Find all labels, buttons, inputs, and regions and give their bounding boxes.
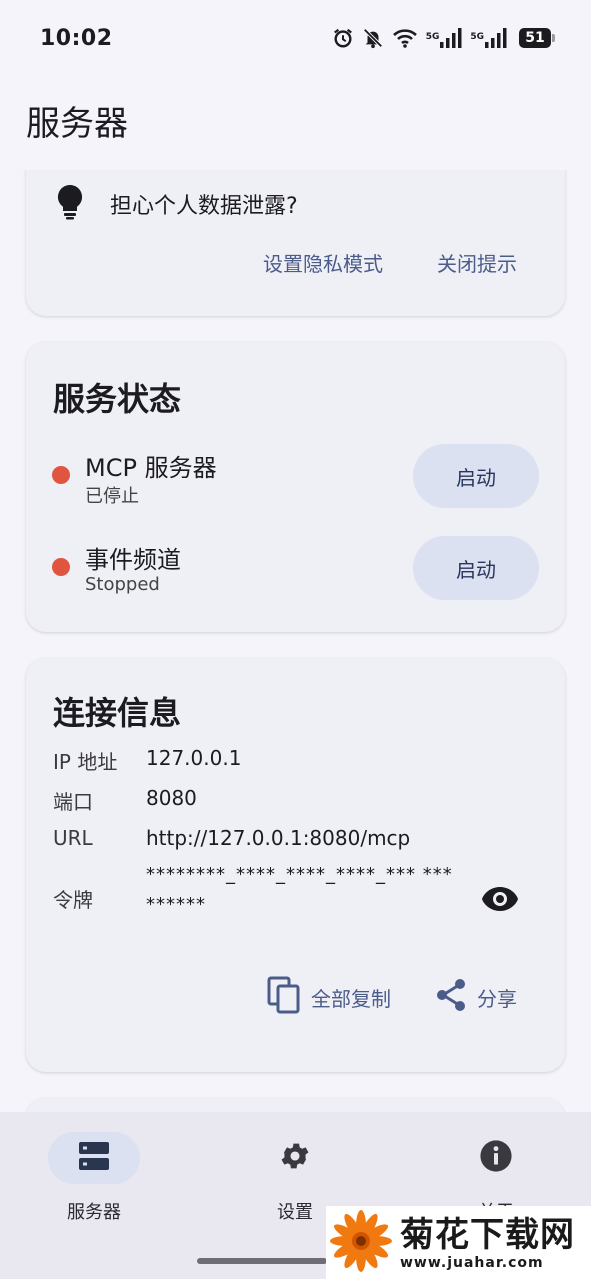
nav-item-server[interactable]: 服务器 bbox=[19, 1132, 169, 1224]
start-mcp-server-button[interactable]: 启动 bbox=[413, 444, 539, 508]
chrysanthemum-logo-icon bbox=[326, 1208, 394, 1278]
nav-active-indicator bbox=[48, 1132, 140, 1184]
connection-info-title: 连接信息 bbox=[53, 694, 182, 732]
start-event-channel-button[interactable]: 启动 bbox=[413, 536, 539, 600]
home-indicator[interactable] bbox=[197, 1258, 327, 1264]
gear-icon bbox=[278, 1139, 312, 1177]
port-value: 8080 bbox=[146, 786, 197, 810]
watermark-url: www.juahar.com bbox=[400, 1254, 544, 1271]
service-status-title: 服务状态 bbox=[53, 380, 182, 418]
page-title: 服务器 bbox=[26, 104, 128, 144]
next-card-peek bbox=[26, 1098, 565, 1112]
ip-address-value: 127.0.0.1 bbox=[146, 746, 242, 770]
nav-icon-container bbox=[249, 1132, 341, 1184]
set-privacy-mode-button[interactable]: 设置隐私模式 bbox=[263, 248, 383, 277]
share-button[interactable]: 分享 bbox=[435, 978, 517, 1017]
privacy-tip-actions: 设置隐私模式 关闭提示 bbox=[263, 248, 517, 277]
token-label: 令牌 bbox=[53, 888, 93, 912]
connection-info-card: 连接信息 IP 地址 127.0.0.1 端口 8080 URL http://… bbox=[26, 658, 565, 1072]
close-tip-button[interactable]: 关闭提示 bbox=[437, 248, 517, 277]
ip-address-label: IP 地址 bbox=[53, 750, 118, 774]
service-state: Stopped bbox=[85, 574, 160, 595]
token-value: ********_****_****_****_*** ********* bbox=[146, 864, 453, 915]
info-icon bbox=[479, 1139, 513, 1177]
port-label: 端口 bbox=[53, 790, 93, 814]
service-state: 已停止 bbox=[85, 486, 139, 507]
privacy-tip-message: 担心个人数据泄露? bbox=[110, 194, 298, 219]
copy-all-label: 全部复制 bbox=[311, 987, 391, 1011]
service-name: MCP 服务器 bbox=[85, 454, 217, 482]
wifi-icon bbox=[392, 27, 418, 49]
content-scroll-area[interactable]: 担心个人数据泄露? 设置隐私模式 关闭提示 服务状态 MCP 服务器 已停止 启… bbox=[0, 170, 591, 1112]
url-value: http://127.0.0.1:8080/mcp bbox=[146, 826, 411, 850]
service-row-event-channel: 事件频道 Stopped 启动 bbox=[52, 536, 539, 600]
watermark-title: 菊花下载网 bbox=[400, 1214, 575, 1255]
url-label: URL bbox=[53, 826, 93, 850]
status-dot bbox=[52, 466, 70, 484]
share-label: 分享 bbox=[477, 987, 517, 1011]
privacy-tip-card: 担心个人数据泄露? 设置隐私模式 关闭提示 bbox=[26, 170, 565, 316]
mute-bell-icon bbox=[362, 27, 384, 49]
nav-icon-container bbox=[450, 1132, 542, 1184]
signal-icon: 5G bbox=[426, 28, 463, 48]
lightbulb-icon bbox=[56, 184, 84, 224]
nav-label: 服务器 bbox=[67, 1202, 121, 1223]
status-bar: 10:02 5G 5G 51 bbox=[0, 0, 591, 76]
status-time: 10:02 bbox=[40, 25, 113, 51]
signal-icon-2: 5G bbox=[470, 28, 507, 48]
status-dot bbox=[52, 558, 70, 576]
server-icon bbox=[78, 1141, 110, 1175]
eye-icon[interactable] bbox=[481, 886, 519, 916]
service-name: 事件频道 bbox=[85, 546, 181, 574]
copy-icon bbox=[267, 976, 301, 1019]
status-icons: 5G 5G 51 bbox=[332, 27, 555, 49]
privacy-tip-row: 担心个人数据泄露? bbox=[56, 184, 298, 224]
watermark-text: 菊花下载网 www.juahar.com bbox=[400, 1215, 575, 1271]
battery-indicator: 51 bbox=[519, 28, 555, 48]
service-status-card: 服务状态 MCP 服务器 已停止 启动 事件频道 Stopped 启动 bbox=[26, 342, 565, 632]
share-icon bbox=[435, 978, 467, 1017]
service-row-mcp: MCP 服务器 已停止 启动 bbox=[52, 444, 539, 508]
site-watermark: 菊花下载网 www.juahar.com bbox=[326, 1206, 591, 1279]
alarm-icon bbox=[332, 27, 354, 49]
connection-actions: 全部复制 分享 bbox=[267, 976, 517, 1019]
copy-all-button[interactable]: 全部复制 bbox=[267, 976, 391, 1019]
